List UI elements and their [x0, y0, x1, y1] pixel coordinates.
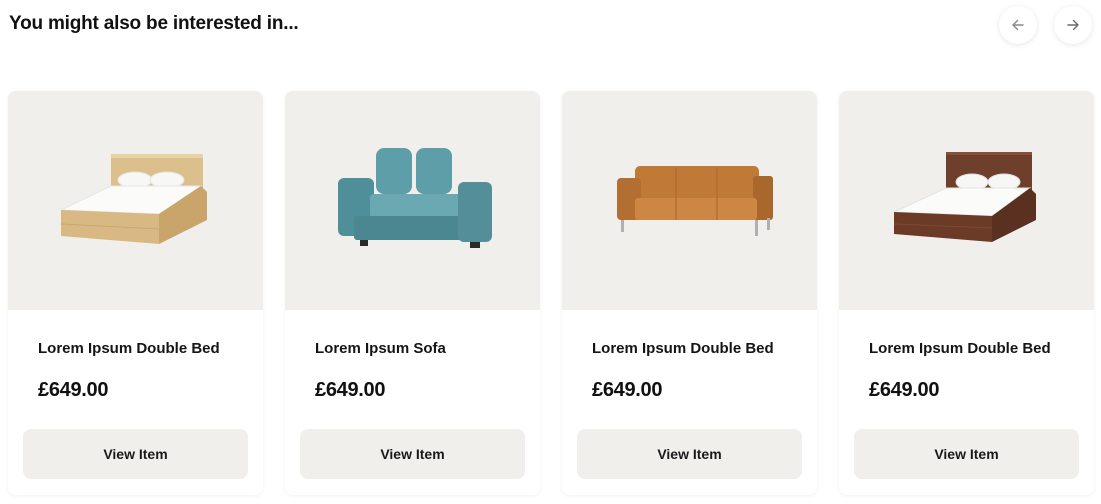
product-image[interactable] [562, 91, 817, 310]
bed-image [893, 151, 1036, 242]
product-price: £649.00 [592, 379, 663, 401]
product-name[interactable]: Lorem Ipsum Sofa [315, 340, 446, 357]
sofa-image [337, 147, 492, 248]
view-item-button[interactable]: View Item [23, 429, 248, 479]
product-name[interactable]: Lorem Ipsum Double Bed [869, 340, 1051, 357]
arrow-right-icon [1067, 19, 1079, 31]
product-image[interactable] [285, 91, 540, 310]
product-carousel: Lorem Ipsum Double Bed £649.00 View Item [8, 91, 1094, 495]
carousel-prev-button[interactable] [999, 6, 1037, 44]
product-name[interactable]: Lorem Ipsum Double Bed [592, 340, 774, 357]
product-name[interactable]: Lorem Ipsum Double Bed [38, 340, 220, 357]
product-card[interactable]: Lorem Ipsum Double Bed £649.00 View Item [562, 91, 817, 495]
product-price: £649.00 [315, 379, 386, 401]
sofa-image [616, 165, 773, 236]
product-card[interactable]: Lorem Ipsum Sofa £649.00 View Item [285, 91, 540, 495]
product-card[interactable]: Lorem Ipsum Double Bed £649.00 View Item [839, 91, 1094, 495]
view-item-button[interactable]: View Item [577, 429, 802, 479]
product-card[interactable]: Lorem Ipsum Double Bed £649.00 View Item [8, 91, 263, 495]
product-image[interactable] [8, 91, 263, 310]
product-price: £649.00 [38, 379, 109, 401]
section-title: You might also be interested in... [9, 13, 299, 34]
bed-image [60, 153, 207, 244]
arrow-left-icon [1012, 19, 1024, 31]
view-item-button[interactable]: View Item [300, 429, 525, 479]
view-item-button[interactable]: View Item [854, 429, 1079, 479]
section-header: You might also be interested in... [0, 0, 1101, 60]
product-price: £649.00 [869, 379, 940, 401]
product-image[interactable] [839, 91, 1094, 310]
carousel-next-button[interactable] [1054, 6, 1092, 44]
